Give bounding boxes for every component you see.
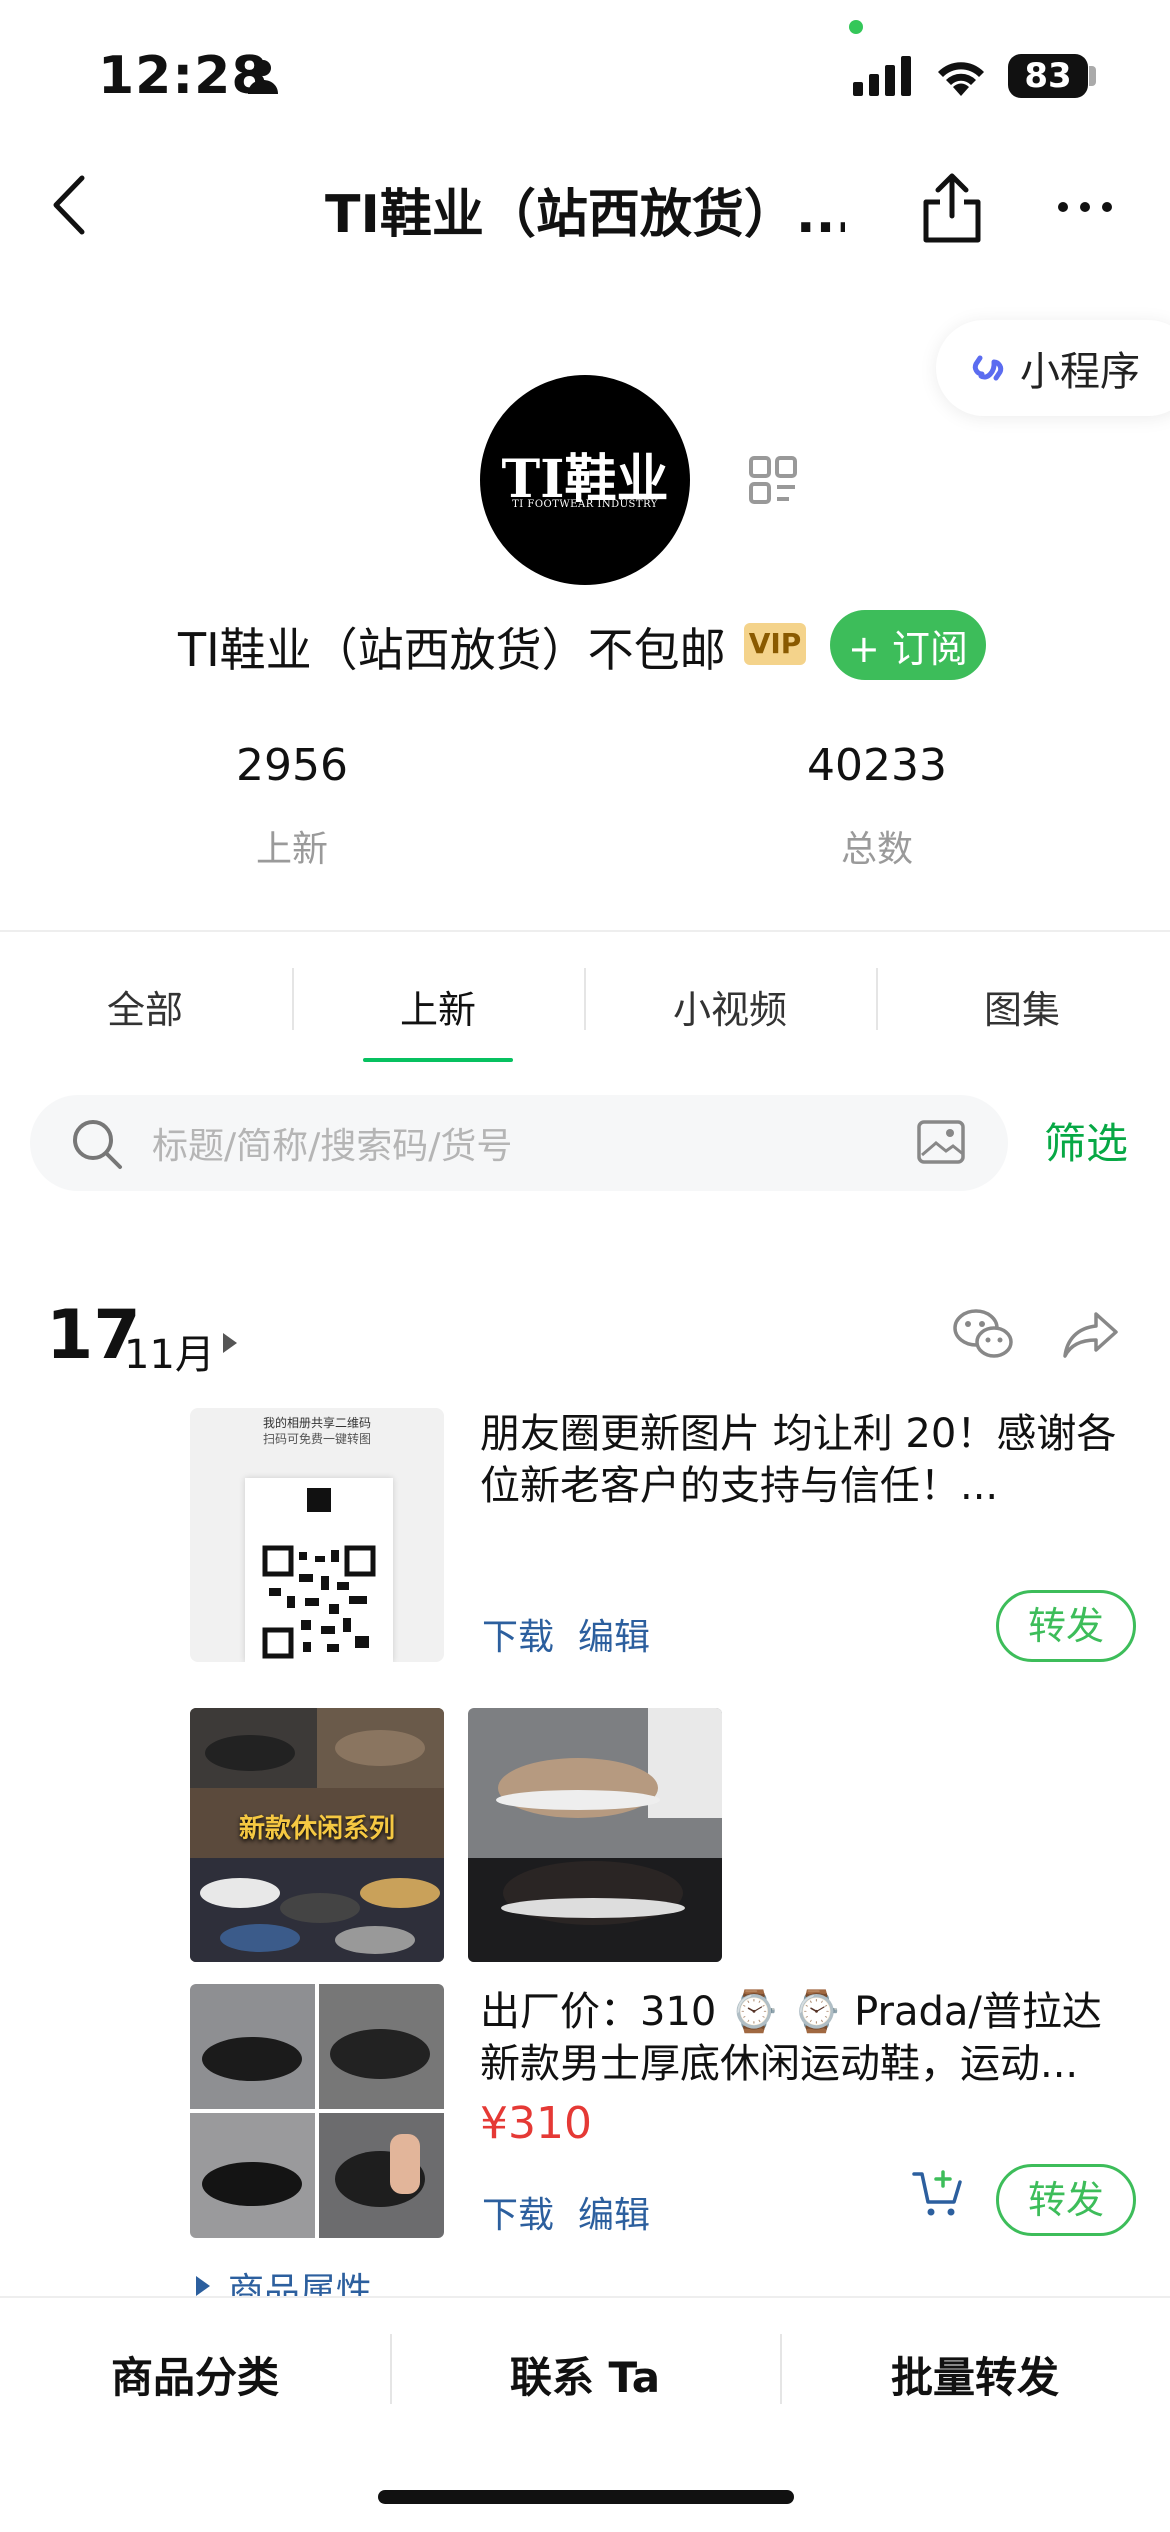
price-label: ¥310 (480, 2098, 592, 2149)
shoe-grid-image (190, 1984, 444, 2238)
battery-icon: 83 (1008, 54, 1088, 98)
search-icon (73, 1120, 122, 1169)
post-photo[interactable] (468, 1708, 722, 1962)
post-text[interactable]: 出厂价：310 ⌚ ⌚ Prada/普拉达新款男士厚底休闲运动鞋，运动... (480, 1986, 1130, 2090)
download-link[interactable]: 下载 (482, 1608, 554, 1660)
edit-link[interactable]: 编辑 (578, 2186, 650, 2238)
shoe-photo-image (468, 1708, 722, 1962)
person-icon (248, 60, 278, 94)
forward-arrow-icon[interactable] (1062, 1308, 1120, 1360)
add-to-cart-icon[interactable] (912, 2168, 964, 2218)
download-link[interactable]: 下载 (482, 2186, 554, 2238)
caret-right-icon[interactable] (194, 2274, 212, 2298)
thumb-caption: 我的相册共享二维码 (262, 1416, 371, 1430)
search-placeholder: 标题/简称/搜索码/货号 (152, 1126, 513, 1167)
stat-new-label: 上新 (255, 829, 328, 870)
image-search-icon[interactable] (916, 1117, 966, 1167)
qr-code-icon[interactable] (748, 455, 798, 505)
subscribe-button[interactable]: + 订阅 (830, 610, 986, 680)
cellular-signal-icon (853, 56, 911, 96)
qr-code-graphic (262, 1488, 376, 1659)
stat-total-count[interactable]: 40233 (727, 740, 1027, 791)
nav-title: TI鞋业（站西放货）... (325, 185, 845, 242)
post-text[interactable]: 朋友圈更新图片 均让利 20！感谢各位新老客户的支持与信任！... (480, 1408, 1120, 1512)
post-photo[interactable]: 新款休闲系列 (190, 1708, 444, 1962)
tab-all[interactable]: 全部 (0, 970, 290, 1050)
home-indicator[interactable] (378, 2490, 794, 2504)
active-tab-indicator (363, 1058, 513, 1062)
back-chevron-icon[interactable] (44, 170, 94, 240)
battery-tip (1089, 66, 1096, 86)
more-icon[interactable] (1055, 195, 1115, 219)
wechat-share-icon[interactable] (952, 1308, 1014, 1362)
tab-short-video[interactable]: 小视频 (585, 970, 875, 1050)
camera-indicator-dot (849, 20, 863, 34)
wifi-icon (938, 62, 984, 96)
link-icon (972, 355, 1004, 381)
category-button[interactable]: 商品分类 (0, 2338, 390, 2418)
filter-button[interactable]: 筛选 (1044, 1110, 1128, 1171)
share-icon[interactable] (920, 172, 984, 244)
logo-subtext: TI FOOTWEAR INDUSTRY (512, 499, 658, 510)
shop-avatar[interactable]: TI鞋业 TI FOOTWEAR INDUSTRY (480, 375, 690, 585)
batch-forward-button[interactable]: 批量转发 (780, 2338, 1170, 2418)
status-time: 12:28 (98, 46, 269, 106)
search-input[interactable]: 标题/简称/搜索码/货号 (30, 1095, 1008, 1191)
vip-badge: VIP (744, 623, 806, 665)
qr-card (245, 1478, 393, 1662)
post-photo[interactable] (190, 1984, 444, 2238)
mini-program-label: 小程序 (1020, 349, 1140, 395)
stat-total-label: 总数 (840, 829, 913, 870)
date-month: 11月 (124, 1332, 215, 1378)
thumb-caption: 扫码可免费一键转图 (262, 1432, 371, 1446)
caret-right-icon[interactable] (220, 1330, 240, 1356)
post-thumbnail-qr[interactable]: 我的相册共享二维码 扫码可免费一键转图 (190, 1408, 444, 1662)
tab-new[interactable]: 上新 (293, 970, 583, 1050)
section-divider (0, 930, 1170, 932)
forward-button[interactable]: 转发 (996, 2164, 1136, 2236)
mini-program-button[interactable]: 小程序 (936, 320, 1170, 416)
forward-button[interactable]: 转发 (996, 1590, 1136, 1662)
stat-new-count[interactable]: 2956 (142, 740, 442, 791)
shop-name: TI鞋业（站西放货）不包邮 (178, 623, 726, 677)
status-bar: 12:28 83 (0, 0, 1170, 140)
edit-link[interactable]: 编辑 (578, 1608, 650, 1660)
tab-album[interactable]: 图集 (877, 970, 1167, 1050)
photo-caption: 新款休闲系列 (238, 1814, 395, 1844)
contact-button[interactable]: 联系 Ta (390, 2338, 780, 2418)
